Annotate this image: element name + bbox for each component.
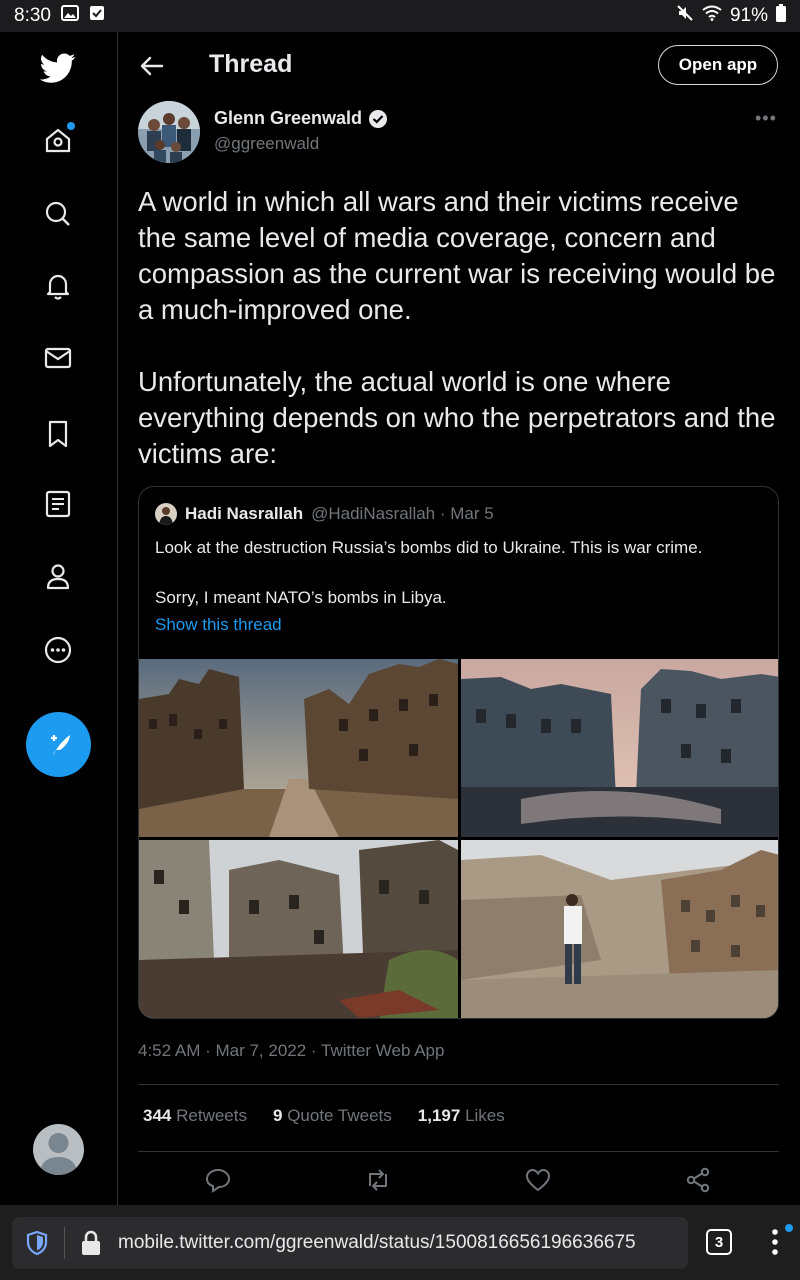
tab-switcher-button[interactable]: 3 (706, 1229, 732, 1255)
twitter-logo-icon[interactable] (36, 46, 80, 90)
default-avatar-icon (39, 1133, 78, 1175)
author-name[interactable]: Glenn Greenwald (214, 108, 362, 129)
reply-button[interactable] (204, 1166, 232, 1194)
search-icon (45, 201, 70, 226)
more-options-icon[interactable]: ••• (755, 108, 777, 129)
quoted-author-avatar (155, 503, 177, 525)
bookmark-icon (48, 420, 68, 448)
notification-dot (67, 122, 75, 130)
author-avatar[interactable] (138, 101, 200, 163)
quote-tweets-stat[interactable]: 9 Quote Tweets (273, 1106, 392, 1126)
profile-icon (46, 564, 70, 590)
quoted-tweet[interactable]: Hadi Nasrallah @HadiNasrallah · Mar 5 Lo… (138, 486, 779, 1019)
lists-icon (45, 490, 71, 518)
sidebar-item-bookmarks[interactable] (36, 412, 80, 456)
compose-feather-icon (50, 734, 70, 756)
browser-menu-icon[interactable] (770, 1227, 780, 1257)
more-circle-icon (44, 636, 72, 664)
sidebar-item-notifications[interactable] (36, 264, 80, 308)
browser-toolbar: mobile.twitter.com/ggreenwald/status/150… (0, 1205, 800, 1280)
share-icon (686, 1167, 710, 1193)
author-handle[interactable]: @ggreenwald (214, 134, 319, 154)
ruined-street-photo (139, 659, 458, 837)
mute-icon (676, 4, 694, 28)
retweet-button[interactable] (364, 1166, 392, 1194)
tweet-actions (138, 1162, 779, 1202)
quoted-author-meta: @HadiNasrallah · Mar 5 (311, 504, 494, 523)
tweet-timestamp[interactable]: 4:52 AM · Mar 7, 2022 · Twitter Web App (138, 1041, 444, 1061)
likes-stat[interactable]: 1,197 Likes (418, 1106, 505, 1126)
tweet-text: A world in which all wars and their vict… (138, 186, 776, 469)
address-bar[interactable]: mobile.twitter.com/ggreenwald/status/150… (12, 1217, 688, 1269)
tweet-stats: 344 Retweets 9 Quote Tweets 1,197 Likes (143, 1106, 505, 1126)
wifi-icon (702, 5, 722, 27)
media-grid (139, 659, 778, 1018)
likes-count: 1,197 (417, 1106, 461, 1125)
show-thread-link[interactable]: Show this thread (155, 615, 282, 635)
quotes-count: 9 (272, 1106, 283, 1125)
divider (64, 1227, 65, 1259)
media-image-3[interactable] (139, 840, 458, 1018)
quotes-label: Quote Tweets (287, 1106, 392, 1125)
sidebar-item-explore[interactable] (36, 192, 80, 236)
quoted-tweet-header: Hadi Nasrallah @HadiNasrallah · Mar 5 (155, 503, 494, 525)
man-overlooking-ruins-photo (461, 840, 778, 1018)
sidebar-nav (0, 32, 118, 1205)
back-button[interactable] (138, 52, 166, 80)
media-image-2[interactable] (461, 659, 778, 837)
notification-dot (785, 1224, 793, 1232)
thread-header: Thread Open app (118, 32, 800, 98)
avatar-photo (155, 503, 177, 525)
lock-icon[interactable] (80, 1230, 102, 1256)
compose-tweet-button[interactable] (26, 712, 91, 777)
sidebar-item-more[interactable] (36, 628, 80, 672)
verified-badge-icon (369, 109, 388, 128)
gallery-notification-icon (60, 5, 79, 27)
account-avatar[interactable] (33, 1124, 84, 1175)
sidebar-item-messages[interactable] (36, 336, 80, 380)
likes-label: Likes (465, 1106, 505, 1125)
like-button[interactable] (524, 1166, 552, 1194)
quoted-tweet-text: Look at the destruction Russia’s bombs d… (155, 538, 703, 607)
page-title: Thread (209, 50, 293, 78)
arrow-left-icon (140, 56, 164, 76)
status-bar: 8:30 91% (0, 0, 800, 32)
battery-icon (776, 4, 786, 28)
sidebar-item-profile[interactable] (36, 554, 80, 598)
url-text[interactable]: mobile.twitter.com/ggreenwald/status/150… (118, 1232, 636, 1254)
media-image-4[interactable] (461, 840, 778, 1018)
author-name-row[interactable]: Glenn Greenwald (214, 108, 388, 129)
media-image-1[interactable] (139, 659, 458, 837)
sidebar-item-lists[interactable] (36, 482, 80, 526)
reply-icon (205, 1168, 231, 1193)
retweets-label: Retweets (176, 1106, 247, 1125)
retweets-stat[interactable]: 344 Retweets (143, 1106, 247, 1126)
open-app-button[interactable]: Open app (658, 45, 778, 85)
divider (138, 1151, 779, 1152)
rubble-buildings-photo (139, 840, 458, 1018)
mail-icon (44, 347, 72, 369)
divider (138, 1084, 779, 1085)
sidebar-item-home[interactable] (36, 118, 80, 162)
check-notification-icon (89, 5, 105, 27)
flooded-ruins-photo (461, 659, 778, 837)
avatar-photo (138, 101, 200, 163)
heart-icon (525, 1168, 551, 1192)
retweet-icon (369, 1169, 387, 1191)
shield-icon[interactable] (26, 1231, 48, 1255)
retweets-count: 344 (143, 1106, 172, 1125)
status-time: 8:30 (14, 5, 51, 26)
share-button[interactable] (684, 1166, 712, 1194)
quoted-author-name: Hadi Nasrallah (185, 504, 304, 523)
bell-icon (46, 274, 70, 300)
battery-percent: 91% (729, 5, 768, 26)
